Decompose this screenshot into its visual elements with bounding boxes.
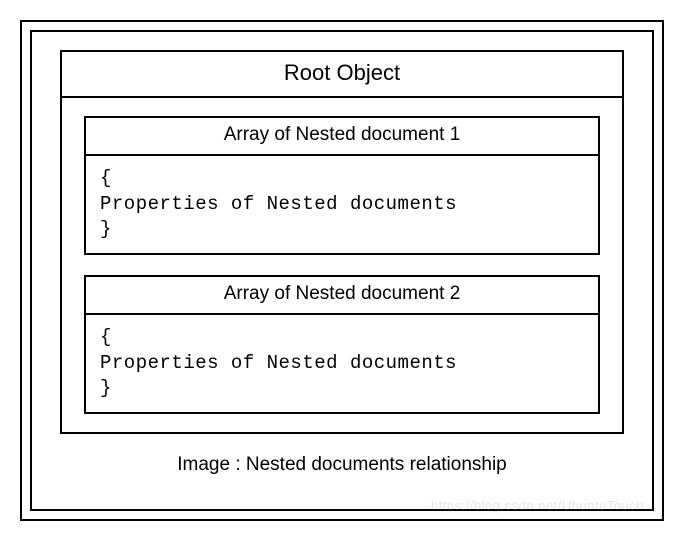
nested-document-2: Array of Nested document 2 { Properties … — [84, 275, 600, 414]
root-object-box: Root Object Array of Nested document 1 {… — [60, 50, 624, 434]
nested-document-1: Array of Nested document 1 { Properties … — [84, 116, 600, 255]
nested-document-2-title: Array of Nested document 2 — [86, 277, 598, 315]
nested-document-1-title: Array of Nested document 1 — [86, 118, 598, 156]
nested-document-1-body: { Properties of Nested documents } — [86, 156, 598, 253]
nested-document-2-body: { Properties of Nested documents } — [86, 315, 598, 412]
root-object-title: Root Object — [62, 52, 622, 98]
outer-frame: Root Object Array of Nested document 1 {… — [20, 20, 664, 521]
root-object-body: Array of Nested document 1 { Properties … — [62, 98, 622, 432]
diagram-caption: Image : Nested documents relationship — [177, 452, 507, 476]
inner-frame: Root Object Array of Nested document 1 {… — [30, 30, 654, 511]
